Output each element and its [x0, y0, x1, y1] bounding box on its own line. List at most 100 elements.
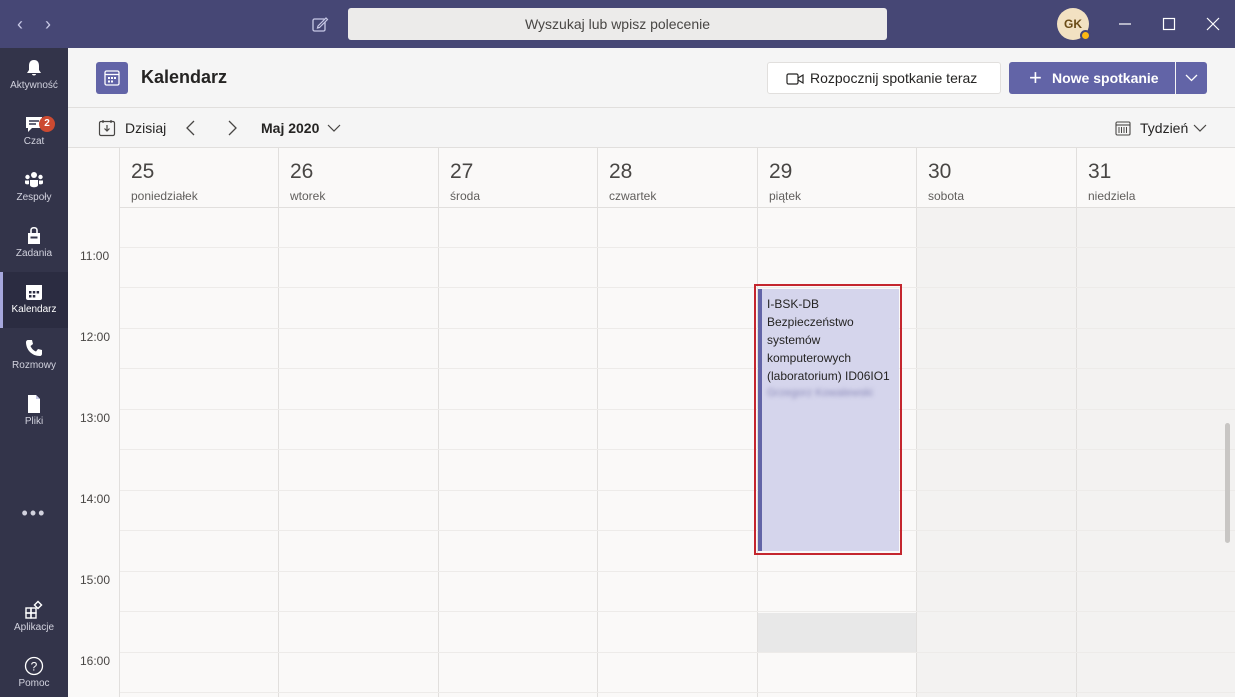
new-meeting-label: Nowe spotkanie: [1052, 70, 1159, 86]
day-name: środa: [450, 189, 481, 203]
day-name: piątek: [769, 189, 802, 203]
day-column[interactable]: [597, 208, 757, 697]
app-rail: Aktywność 2 Czat Zespoły Zadania Kalenda…: [0, 48, 68, 697]
chevron-down-icon[interactable]: [327, 121, 341, 135]
time-label: 11:00: [80, 249, 110, 263]
today-button[interactable]: Dzisiaj: [98, 118, 166, 138]
day-column-weekend[interactable]: [1076, 208, 1235, 697]
day-column[interactable]: [278, 208, 438, 697]
avatar[interactable]: GK: [1057, 8, 1091, 41]
day-name: sobota: [928, 189, 965, 203]
bell-icon: [27, 60, 41, 76]
rail-item-teams[interactable]: Zespoły: [0, 160, 68, 216]
rail-label: Pomoc: [18, 678, 50, 689]
view-label: Tydzień: [1140, 120, 1189, 136]
rail-item-help[interactable]: ? Pomoc: [0, 646, 68, 697]
rail-label: Rozmowy: [12, 360, 56, 371]
day-column[interactable]: [438, 208, 598, 697]
chevron-down-icon: [1185, 74, 1198, 82]
time-label: 15:00: [80, 573, 111, 587]
rail-item-activity[interactable]: Aktywność: [0, 48, 68, 104]
tasks-icon: [28, 226, 40, 244]
vertical-scrollbar[interactable]: [1225, 423, 1230, 543]
new-meeting-dropdown-button[interactable]: [1176, 62, 1207, 94]
rail-item-tasks[interactable]: Zadania: [0, 216, 68, 272]
previous-week-icon[interactable]: [181, 118, 201, 138]
maximize-icon[interactable]: [1159, 14, 1179, 34]
day-header[interactable]: 30 sobota: [916, 148, 1076, 208]
apps-icon: [25, 600, 43, 619]
day-name: niedziela: [1088, 189, 1136, 203]
rail-label: Pliki: [24, 416, 44, 427]
time-label: 16:00: [80, 654, 111, 668]
svg-text:?: ?: [31, 660, 38, 674]
day-column-weekend[interactable]: [916, 208, 1076, 697]
day-header[interactable]: 29 piątek: [757, 148, 917, 208]
meet-now-label: Rozpocznij spotkanie teraz: [810, 70, 978, 86]
minimize-icon[interactable]: [1115, 14, 1135, 34]
rail-item-calendar[interactable]: Kalendarz: [0, 272, 68, 328]
calendar-toolbar: Dzisiaj Maj 2020 Tydzień: [68, 108, 1235, 148]
calendar-app-icon: [96, 62, 128, 94]
day-number: 26: [290, 160, 314, 183]
day-number: 29: [769, 160, 793, 183]
time-label: 13:00: [80, 411, 111, 425]
day-number: 27: [450, 160, 474, 183]
busy-time-block: [758, 613, 916, 653]
compose-icon[interactable]: [310, 14, 330, 34]
search-input[interactable]: Wyszukaj lub wpisz polecenie: [348, 8, 887, 40]
rail-item-apps[interactable]: Aplikacje: [0, 590, 68, 646]
calendar-today-icon: [98, 120, 116, 137]
day-number: 25: [131, 160, 155, 183]
day-name: poniedziałek: [131, 189, 198, 203]
close-icon[interactable]: [1203, 14, 1223, 34]
calendar-view-icon: [1115, 121, 1131, 136]
rail-item-chat[interactable]: 2 Czat: [0, 104, 68, 160]
help-icon: ?: [24, 656, 44, 676]
title-bar: ‹ › Wyszukaj lub wpisz polecenie GK: [0, 0, 1235, 48]
forward-arrow-icon[interactable]: ›: [38, 14, 58, 34]
time-label: 12:00: [80, 330, 111, 344]
new-meeting-button[interactable]: + Nowe spotkanie: [1009, 62, 1175, 94]
rail-label: Aplikacje: [13, 622, 55, 633]
rail-label: Kalendarz: [11, 304, 57, 315]
calendar-week-grid: 11:00 12:00 13:00 14:00 15:00 16:00 25 p…: [68, 148, 1235, 697]
calendar-header: Kalendarz Rozpocznij spotkanie teraz + N…: [68, 48, 1235, 108]
day-number: 31: [1088, 160, 1112, 183]
plus-icon: +: [1029, 65, 1042, 90]
meet-now-button[interactable]: Rozpocznij spotkanie teraz: [767, 62, 1001, 94]
highlight-annotation: [754, 284, 902, 555]
presence-status-icon: [1080, 30, 1091, 41]
day-header[interactable]: 25 poniedziałek: [119, 148, 279, 208]
day-header[interactable]: 27 środa: [438, 148, 598, 208]
day-name: czwartek: [609, 189, 657, 203]
rail-label: Zadania: [15, 248, 53, 259]
calendar-icon: [26, 285, 42, 300]
day-header[interactable]: 26 wtorek: [278, 148, 438, 208]
rail-item-calls[interactable]: Rozmowy: [0, 328, 68, 384]
avatar-initials: GK: [1064, 17, 1082, 31]
teams-icon: [25, 172, 43, 188]
rail-label: Zespoły: [16, 192, 52, 203]
file-icon: [28, 395, 40, 413]
day-header[interactable]: 28 czwartek: [597, 148, 757, 208]
chevron-down-icon[interactable]: [1193, 121, 1207, 135]
rail-item-files[interactable]: Pliki: [0, 384, 68, 440]
more-apps-icon[interactable]: •••: [0, 503, 68, 524]
today-label: Dzisiaj: [125, 120, 167, 136]
time-label: 14:00: [80, 492, 111, 506]
day-header[interactable]: 31 niedziela: [1076, 148, 1235, 208]
view-selector[interactable]: Tydzień: [1115, 118, 1188, 138]
rail-label: Aktywność: [10, 80, 58, 91]
day-column[interactable]: [119, 208, 279, 697]
chat-badge: 2: [39, 116, 55, 132]
page-title: Kalendarz: [141, 67, 228, 87]
day-number: 28: [609, 160, 633, 183]
rail-label: Czat: [23, 136, 45, 147]
phone-icon: [26, 340, 42, 356]
day-name: wtorek: [290, 189, 326, 203]
day-number: 30: [928, 160, 952, 183]
back-arrow-icon[interactable]: ‹: [10, 14, 30, 34]
month-selector[interactable]: Maj 2020: [261, 118, 319, 138]
next-week-icon[interactable]: [222, 118, 242, 138]
